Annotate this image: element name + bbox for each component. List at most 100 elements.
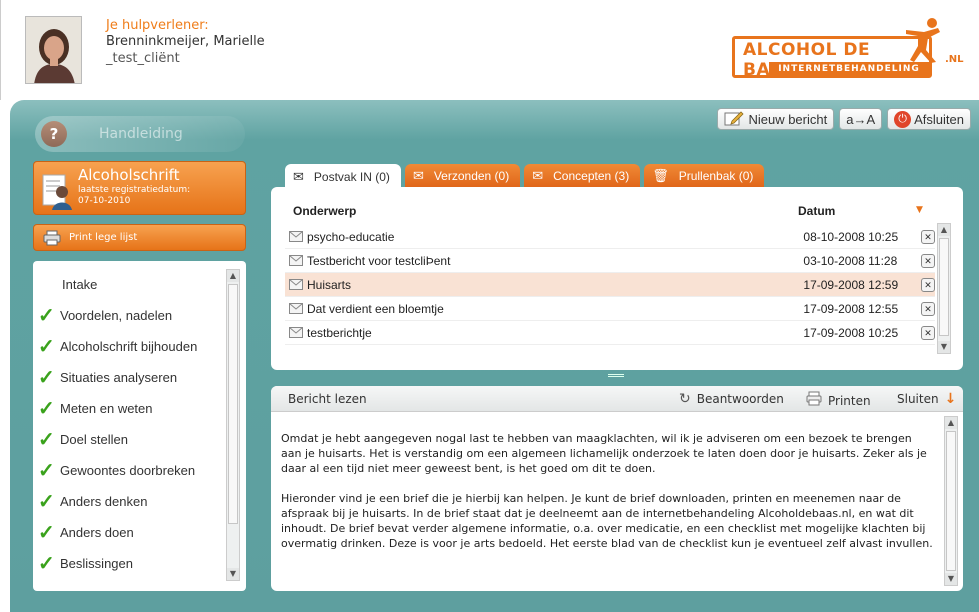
scroll-down-icon[interactable]: ▼ [938, 341, 950, 353]
app-window: Je hulpverlener: Brenninkmeijer, Mariell… [0, 0, 979, 612]
logo-tld: .NL [945, 54, 964, 65]
print-blank-list-button[interactable]: Print lege lijst [33, 224, 246, 251]
message-date: 17-09-2008 12:59 [803, 277, 899, 292]
sidebar-step-label: Voordelen, nadelen [60, 308, 173, 323]
tab-trash[interactable]: 🗑 Prullenbak (0) [644, 164, 765, 187]
scroll-up-icon[interactable]: ▲ [938, 224, 950, 236]
pane-splitter[interactable] [608, 374, 624, 377]
toolbar: Nieuw bericht a→A ⏻ Afsluiten [717, 108, 971, 130]
client-name: _test_cliënt [106, 51, 180, 66]
logout-button[interactable]: ⏻ Afsluiten [887, 108, 971, 130]
message-date: 17-09-2008 12:55 [803, 301, 899, 316]
scroll-thumb[interactable] [939, 238, 949, 336]
tab-inbox[interactable]: ✉ Postvak IN (0) [285, 164, 401, 189]
sidebar-step-label: Alcoholschrift bijhouden [60, 339, 198, 354]
reply-icon: ↻ [679, 391, 691, 407]
envelope-icon [289, 231, 303, 242]
message-rows: psycho-educatie 08-10-2008 10:25 ✕ Testberi… [285, 225, 935, 345]
sidebar-step-label: Intake [62, 277, 98, 292]
envelope-icon [289, 279, 303, 290]
col-subject-header[interactable]: Onderwerp [293, 204, 356, 218]
tab-label: Concepten (3) [553, 168, 630, 183]
sidebar-step[interactable]: ✓ Alcoholschrift bijhouden [33, 331, 225, 362]
message-row[interactable]: psycho-educatie 08-10-2008 10:25 ✕ [285, 225, 935, 249]
message-row[interactable]: Dat verdient een bloemtje 17-09-2008 12:5… [285, 297, 935, 321]
reader-scrollbar[interactable]: ▲ ▼ [944, 416, 958, 586]
message-subject: Huisarts [307, 277, 352, 292]
pencil-icon [724, 110, 745, 129]
delete-icon[interactable]: ✕ [921, 301, 935, 316]
avatar [25, 16, 82, 84]
sidebar-step[interactable]: ✓ Situaties analyseren [33, 362, 225, 393]
message-paragraph: Omdat je hebt aangegeven nogal last te h… [281, 432, 927, 475]
mailbox-tabs: ✉ Postvak IN (0) ✉ Verzonden (0) ✉ Concepten … [285, 164, 765, 189]
inbox-icon: ✉ [293, 168, 304, 184]
checkmark-icon: ✓ [38, 459, 55, 482]
message-row[interactable]: Testbericht voor testcliÞent 03-10-2008 1… [285, 249, 935, 273]
delete-icon[interactable]: ✕ [921, 253, 935, 268]
tab-drafts[interactable]: ✉ Concepten (3) [524, 164, 641, 187]
print-label: Print lege lijst [69, 232, 138, 243]
logo-box: ALCOHOL DE BAAS INTERNETBEHANDELING [732, 36, 932, 80]
delete-icon[interactable]: ✕ [921, 325, 935, 340]
tab-sent[interactable]: ✉ Verzonden (0) [404, 164, 521, 187]
print-label: Printen [828, 393, 871, 408]
checkmark-icon: ✓ [38, 490, 55, 513]
header: Je hulpverlener: Brenninkmeijer, Mariell… [0, 0, 979, 100]
steps-scrollbar[interactable]: ▲ ▼ [226, 269, 240, 581]
new-message-button[interactable]: Nieuw bericht [717, 108, 835, 130]
message-body: Omdat je hebt aangegeven nogal last te h… [281, 431, 933, 566]
scroll-thumb[interactable] [228, 284, 238, 524]
sidebar-step-label: Anders doen [60, 525, 134, 540]
checkmark-icon: ✓ [38, 304, 55, 327]
diary-title: Alcoholschrift [78, 166, 180, 184]
message-row[interactable]: testberichtje 17-09-2008 10:25 ✕ [285, 321, 935, 345]
sidebar-step[interactable]: ✓ Gewoontes doorbreken [33, 455, 225, 486]
sidebar-step[interactable]: Intake [33, 269, 225, 300]
sidebar-step[interactable]: ✓ Meten en weten [33, 393, 225, 424]
sidebar-step[interactable]: ✓ Beslissingen [33, 548, 225, 579]
manual-button[interactable]: ? Handleiding [35, 116, 245, 152]
sidebar-step-label: Doel stellen [60, 432, 128, 447]
checkmark-icon: ✓ [38, 521, 55, 544]
message-paragraph: Hieronder vind je een brief die je hierb… [281, 492, 933, 550]
print-button[interactable]: Printen [806, 391, 871, 410]
message-date: 08-10-2008 10:25 [803, 229, 899, 244]
close-reader-button[interactable]: Sluiten ↓ [897, 391, 956, 407]
sidebar-step[interactable]: ✓ Anders denken [33, 486, 225, 517]
col-date-header[interactable]: Datum [798, 204, 835, 218]
message-subject: Testbericht voor testcliÞent [307, 253, 451, 268]
delete-icon[interactable]: ✕ [921, 277, 935, 292]
font-size-button[interactable]: a→A [839, 108, 883, 130]
delete-icon[interactable]: ✕ [921, 229, 935, 244]
checkmark-icon: ✓ [38, 552, 55, 575]
envelope-icon [289, 255, 303, 266]
scroll-down-icon[interactable]: ▼ [945, 573, 957, 585]
tab-label: Verzonden (0) [433, 168, 510, 183]
steps-panel: Intake ✓ Voordelen, nadelen ✓ Alcoholschrift… [33, 261, 246, 591]
message-row[interactable]: Huisarts 17-09-2008 12:59 ✕ [285, 273, 935, 297]
logo[interactable]: ALCOHOL DE BAAS INTERNETBEHANDELING .NL [732, 16, 977, 80]
diary-button[interactable]: Alcoholschrift laatste registratiedatum:… [33, 161, 246, 215]
sidebar-step-label: Situaties analyseren [60, 370, 178, 385]
messages-scrollbar[interactable]: ▲ ▼ [937, 223, 951, 354]
helper-label: Je hulpverlener: [106, 18, 209, 33]
printer-icon [43, 230, 61, 245]
sent-icon: ✉ [412, 167, 424, 183]
helper-name: Brenninkmeijer, Marielle [106, 34, 265, 49]
sort-desc-icon[interactable]: ▼ [916, 205, 923, 215]
close-reader-label: Sluiten [897, 392, 939, 406]
scroll-up-icon[interactable]: ▲ [945, 417, 957, 429]
reply-button[interactable]: ↻ Beantwoorden [679, 391, 784, 407]
scroll-down-icon[interactable]: ▼ [227, 568, 239, 580]
manual-label: Handleiding [99, 126, 183, 142]
drafts-icon: ✉ [532, 167, 544, 183]
font-size-label: a→A [846, 111, 876, 127]
sidebar-step[interactable]: ✓ Anders doen [33, 517, 225, 548]
sidebar-step-label: Anders denken [60, 494, 148, 509]
sidebar-step[interactable]: ✓ Doel stellen [33, 424, 225, 455]
arrow-down-icon: ↓ [944, 391, 957, 407]
scroll-thumb[interactable] [946, 431, 956, 571]
scroll-up-icon[interactable]: ▲ [227, 270, 239, 282]
sidebar-step[interactable]: ✓ Voordelen, nadelen [33, 300, 225, 331]
